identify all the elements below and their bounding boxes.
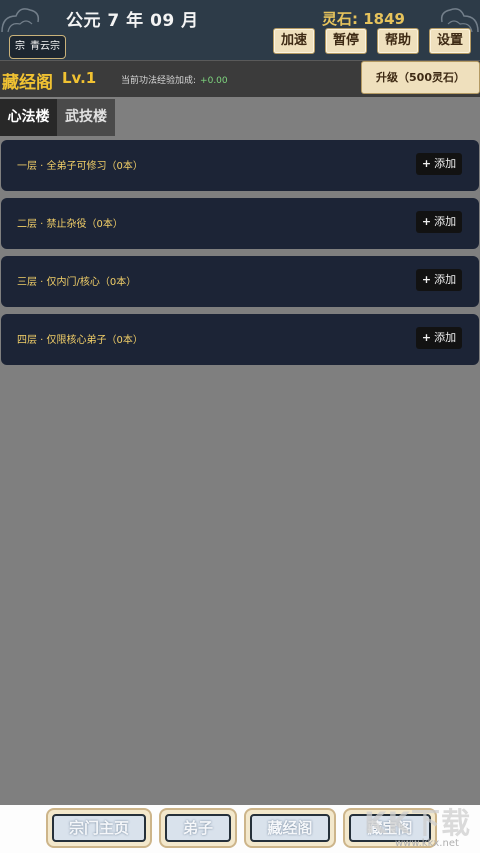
- sect-name: 青云宗: [30, 41, 60, 52]
- plus-icon: +: [421, 273, 432, 286]
- add-label: 添加: [434, 331, 457, 344]
- upgrade-button[interactable]: 升级（500灵石）: [361, 61, 480, 94]
- tab-mind-art[interactable]: 心法楼: [0, 99, 57, 136]
- nav-label: 宗门主页: [52, 814, 146, 842]
- nav-scripture-pavilion-button[interactable]: 藏经阁: [244, 808, 336, 848]
- floor-card-2: 二层 · 禁止杂役（0本） + 添加: [1, 198, 479, 249]
- exp-bonus-value: +0.00: [200, 76, 228, 86]
- speed-up-button[interactable]: 加速: [273, 28, 315, 54]
- floor-card-3: 三层 · 仅内门/核心（0本） + 添加: [1, 256, 479, 307]
- exp-bonus: 当前功法经验加成: +0.00: [121, 73, 228, 86]
- pavilion-title: 藏经阁: [2, 73, 53, 93]
- nav-label: 藏经阁: [250, 814, 330, 842]
- floor-label: 四层 · 仅限核心弟子（0本）: [17, 335, 143, 346]
- add-label: 添加: [434, 273, 457, 286]
- plus-icon: +: [421, 331, 432, 344]
- sect-badge[interactable]: 宗青云宗: [9, 35, 66, 59]
- add-book-button[interactable]: + 添加: [416, 211, 462, 233]
- add-book-button[interactable]: + 添加: [416, 269, 462, 291]
- nav-disciples-button[interactable]: 弟子: [159, 808, 237, 848]
- cloud-ornament-left-icon: [1, 8, 40, 33]
- settings-button[interactable]: 设置: [429, 28, 471, 54]
- top-header: 公元 7 年 09 月 灵石: 1849 宗青云宗 加速 暂停 帮助 设置: [0, 0, 480, 60]
- add-book-button[interactable]: + 添加: [416, 327, 462, 349]
- plus-icon: +: [421, 157, 432, 170]
- floor-card-1: 一层 · 全弟子可修习（0本） + 添加: [1, 140, 479, 191]
- watermark-url: www.kkx.net: [395, 838, 459, 849]
- pause-button[interactable]: 暂停: [325, 28, 367, 54]
- pavilion-level: Lv.1: [62, 69, 97, 87]
- tab-martial-skill[interactable]: 武技楼: [57, 99, 115, 136]
- game-date: 公元 7 年 09 月: [66, 11, 199, 31]
- sect-symbol: 宗: [15, 41, 25, 52]
- exp-bonus-label: 当前功法经验加成:: [121, 76, 197, 86]
- nav-label: 弟子: [165, 814, 231, 842]
- floor-label: 一层 · 全弟子可修习（0本）: [17, 161, 143, 172]
- add-label: 添加: [434, 157, 457, 170]
- floor-label: 二层 · 禁止杂役（0本）: [17, 219, 123, 230]
- watermark: KK下载: [364, 806, 471, 840]
- plus-icon: +: [421, 215, 432, 228]
- help-button[interactable]: 帮助: [377, 28, 419, 54]
- nav-sect-home-button[interactable]: 宗门主页: [46, 808, 152, 848]
- add-label: 添加: [434, 215, 457, 228]
- spirit-stone-count: 灵石: 1849: [322, 10, 405, 28]
- floor-label: 三层 · 仅内门/核心（0本）: [17, 277, 137, 288]
- add-book-button[interactable]: + 添加: [416, 153, 462, 175]
- floor-card-4: 四层 · 仅限核心弟子（0本） + 添加: [1, 314, 479, 365]
